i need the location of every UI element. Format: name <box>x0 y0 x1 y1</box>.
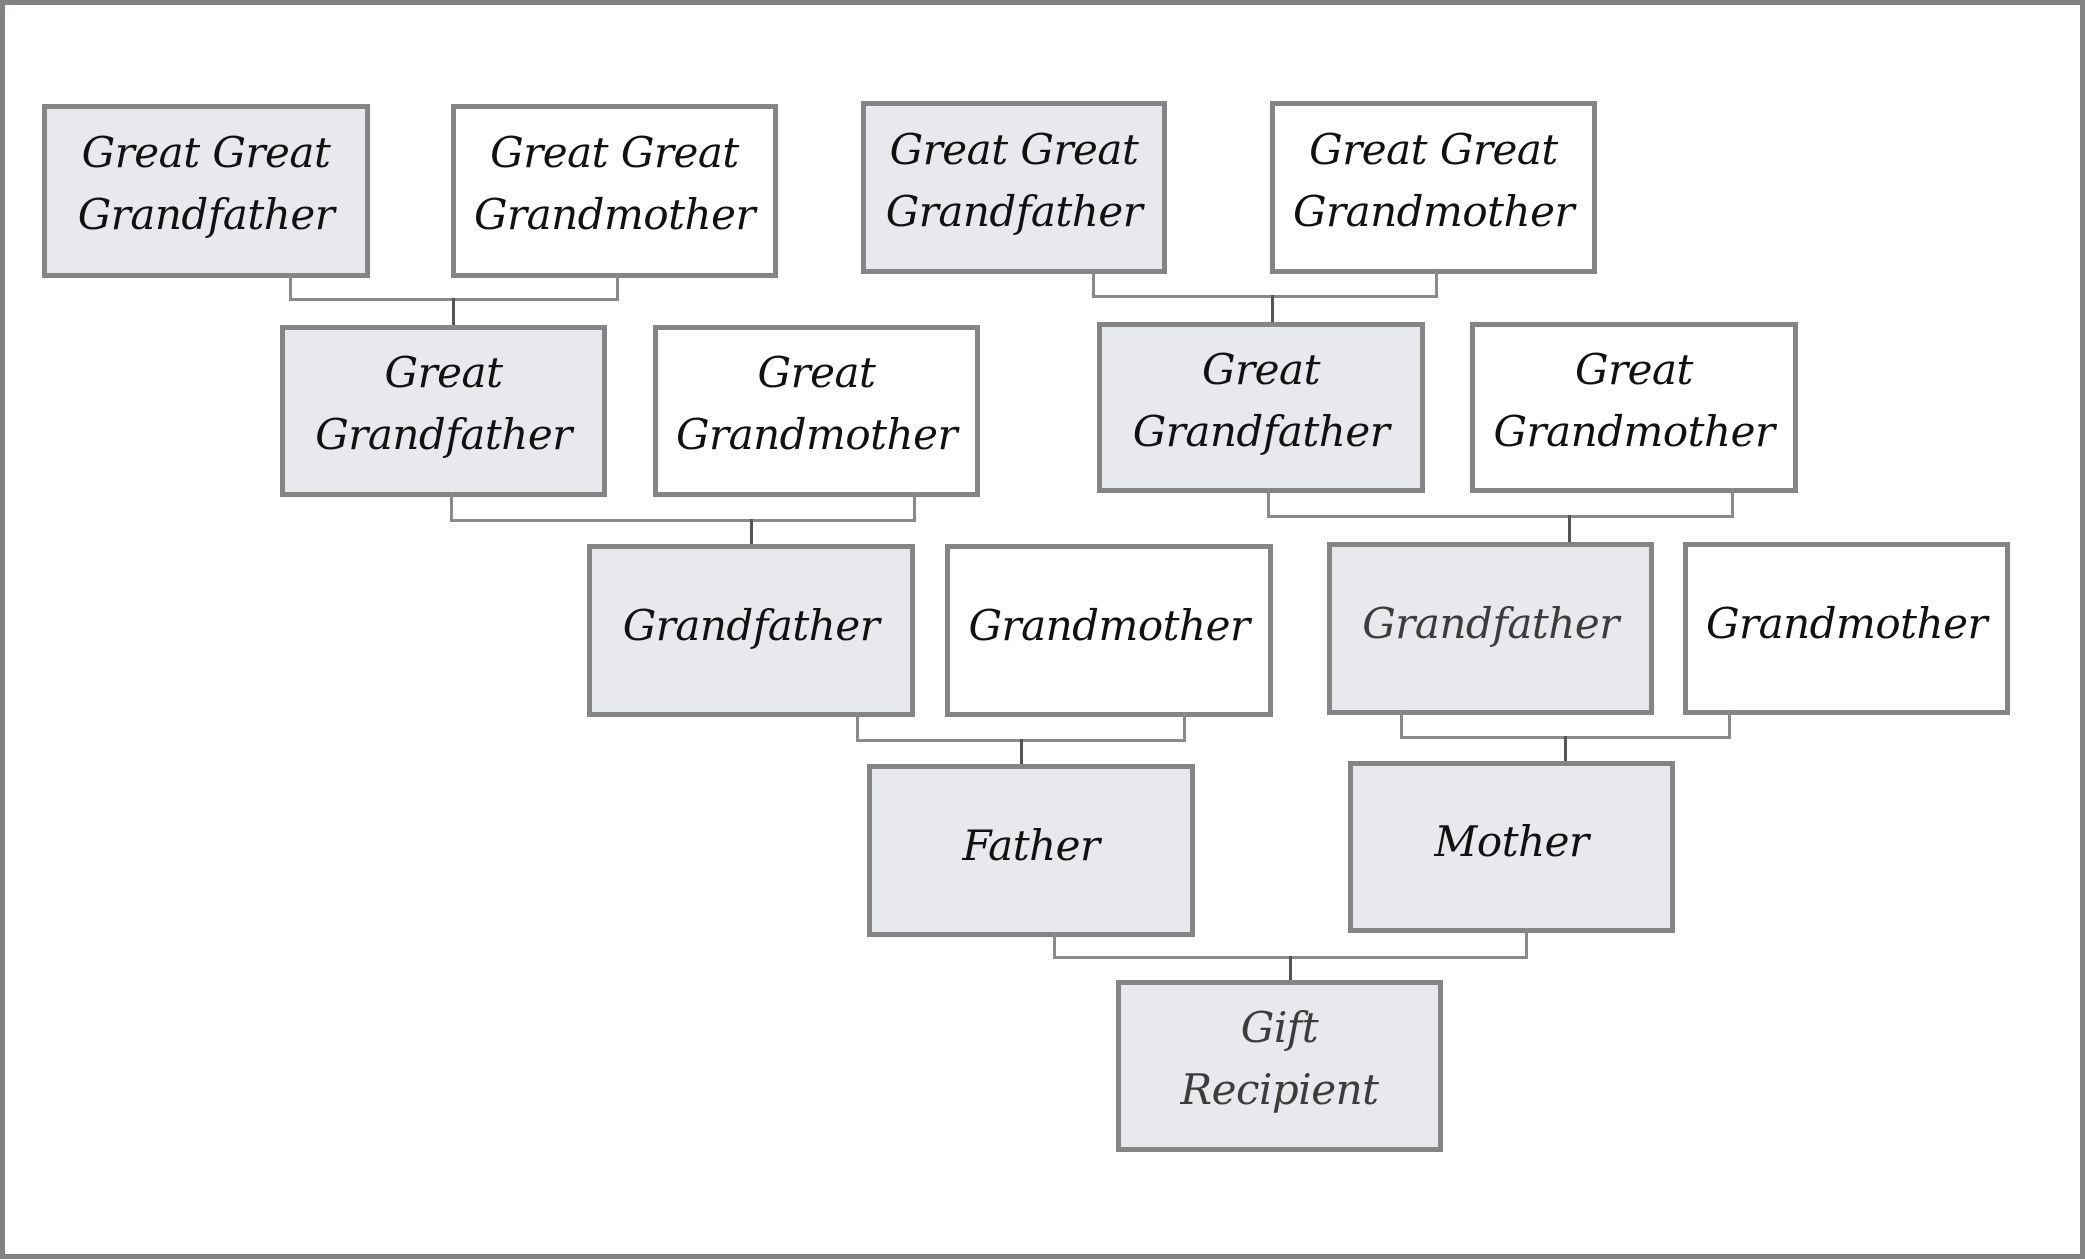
connector-line <box>1728 710 1731 736</box>
node-great-great-grandmother-maternal: Great Great Grandmother <box>1270 101 1597 274</box>
connector-line <box>450 519 916 522</box>
connector-line <box>1053 932 1056 956</box>
descent-line <box>1289 956 1292 980</box>
connector-line <box>616 273 619 298</box>
connector-line <box>1435 269 1438 295</box>
connector-line <box>450 492 453 519</box>
node-grandfather-maternal: Grandfather <box>1327 542 1654 715</box>
connector-line <box>1267 515 1734 518</box>
descent-line <box>1564 736 1567 761</box>
connector-line <box>1400 710 1403 736</box>
descent-line <box>1020 739 1023 764</box>
descent-line <box>750 519 753 545</box>
node-great-grandmother-maternal: Great Grandmother <box>1470 322 1798 493</box>
node-great-great-grandmother-paternal: Great Great Grandmother <box>451 104 778 278</box>
connector-line <box>1525 928 1528 956</box>
connector-line <box>1183 712 1186 739</box>
connector-line <box>1092 269 1095 295</box>
node-great-great-grandfather-maternal: Great Great Grandfather <box>861 101 1167 274</box>
node-mother: Mother <box>1348 761 1675 933</box>
family-tree-diagram: Great Great Grandfather Great Great Gran… <box>0 0 2085 1259</box>
connector-line <box>1731 488 1734 515</box>
node-great-grandmother-paternal: Great Grandmother <box>653 325 980 497</box>
node-father: Father <box>867 764 1195 937</box>
connector-line <box>913 492 916 519</box>
node-grandmother-maternal: Grandmother <box>1683 542 2010 715</box>
descent-line <box>1271 295 1274 322</box>
connector-line <box>289 273 292 298</box>
node-gift-recipient: Gift Recipient <box>1116 980 1443 1152</box>
connector-line <box>1267 488 1270 515</box>
node-great-grandfather-maternal: Great Grandfather <box>1097 322 1425 493</box>
descent-line <box>1568 515 1571 542</box>
connector-line <box>856 712 859 739</box>
node-great-grandfather-paternal: Great Grandfather <box>280 325 607 497</box>
node-great-great-grandfather-paternal: Great Great Grandfather <box>42 104 370 278</box>
node-grandmother-paternal: Grandmother <box>945 544 1273 717</box>
descent-line <box>452 298 455 325</box>
node-grandfather-paternal: Grandfather <box>587 544 915 717</box>
connector-line <box>1092 295 1438 298</box>
